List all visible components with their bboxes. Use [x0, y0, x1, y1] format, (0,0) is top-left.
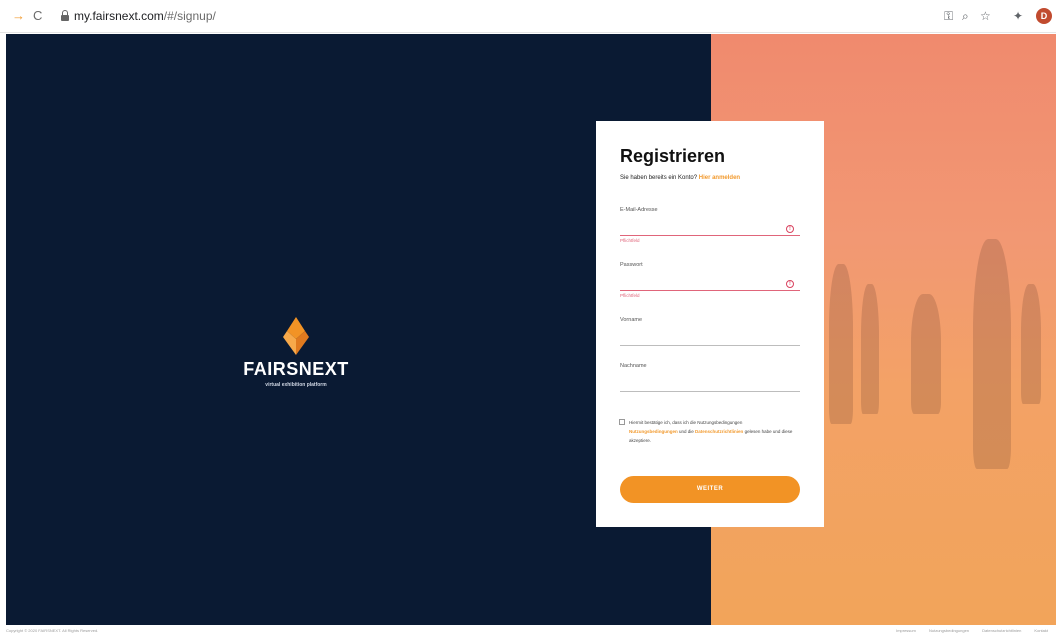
- password-error: Pflichtfeld: [620, 293, 640, 298]
- password-label: Passwort: [620, 262, 643, 268]
- lastname-label: Nachname: [620, 363, 647, 369]
- lock-icon[interactable]: [60, 10, 70, 22]
- terms-checkbox[interactable]: [619, 419, 625, 425]
- extensions-icon[interactable]: ✦: [1013, 8, 1023, 24]
- brand-name: FAIRSNEXT: [243, 359, 349, 379]
- page-footer: Copyright © 2020 FAIRSNEXT. All Rights R…: [0, 625, 1056, 637]
- brand-tagline: virtual exhibition platform: [265, 382, 327, 388]
- firstname-field[interactable]: Vorname: [620, 317, 800, 349]
- copyright-text: Copyright © 2020 FAIRSNEXT. All Rights R…: [6, 628, 99, 633]
- logo-mark-icon: [283, 317, 309, 355]
- privacy-link[interactable]: Datenschutzrichtlinien: [695, 429, 743, 434]
- forward-icon[interactable]: →: [12, 9, 25, 23]
- email-error: Pflichtfeld: [620, 238, 640, 243]
- url-host: my.fairsnext.com: [74, 9, 164, 23]
- firstname-label: Vorname: [620, 317, 643, 323]
- consent-text-1: Hiermit bestätige ich, dass ich die Nutz…: [629, 420, 743, 425]
- password-underline: [620, 290, 800, 291]
- login-link[interactable]: Hier anmelden: [699, 175, 740, 181]
- consent-text-2: und die: [679, 429, 694, 434]
- address-bar[interactable]: my.fairsnext.com/#/signup/: [74, 9, 216, 23]
- email-field[interactable]: E-Mail-Adresse ! Pflichtfeld: [620, 207, 800, 247]
- star-icon[interactable]: ☆: [980, 8, 991, 24]
- lastname-field[interactable]: Nachname: [620, 363, 800, 395]
- browser-toolbar: → C my.fairsnext.com/#/signup/ ⚿ ⌕ ☆ ✦ D: [0, 0, 1056, 33]
- zoom-icon[interactable]: ⌕: [962, 8, 969, 24]
- password-field[interactable]: Passwort ! Pflichtfeld: [620, 262, 800, 302]
- url-path: /#/signup/: [163, 9, 216, 23]
- footer-link[interactable]: Kontakt: [1034, 628, 1048, 633]
- profile-avatar[interactable]: D: [1036, 8, 1052, 24]
- lastname-underline: [620, 391, 800, 392]
- footer-link[interactable]: Datenschutzrichtlinien: [982, 628, 1021, 633]
- login-prompt: Sie haben bereits ein Konto? Hier anmeld…: [620, 175, 740, 181]
- email-label: E-Mail-Adresse: [620, 207, 658, 213]
- footer-link[interactable]: Nutzungsbedingungen: [929, 628, 969, 633]
- key-icon[interactable]: ⚿: [944, 8, 953, 24]
- page-title: Registrieren: [620, 146, 726, 166]
- firstname-underline: [620, 345, 800, 346]
- terms-link[interactable]: Nutzungsbedingungen: [629, 429, 678, 434]
- error-icon: !: [786, 225, 794, 233]
- continue-button[interactable]: WEITER: [620, 476, 800, 503]
- footer-link[interactable]: Impressum: [896, 628, 916, 633]
- email-underline: [620, 235, 800, 236]
- login-prompt-text: Sie haben bereits ein Konto?: [620, 175, 698, 181]
- footer-links: Impressum Nutzungsbedingungen Datenschut…: [884, 628, 1048, 633]
- signup-card: Registrieren Sie haben bereits ein Konto…: [596, 121, 824, 527]
- consent-text: Hiermit bestätige ich, dass ich die Nutz…: [629, 418, 801, 445]
- fairsnext-logo: FAIRSNEXT virtual exhibition platform: [236, 317, 356, 388]
- reload-icon[interactable]: C: [33, 9, 42, 23]
- error-icon: !: [786, 280, 794, 288]
